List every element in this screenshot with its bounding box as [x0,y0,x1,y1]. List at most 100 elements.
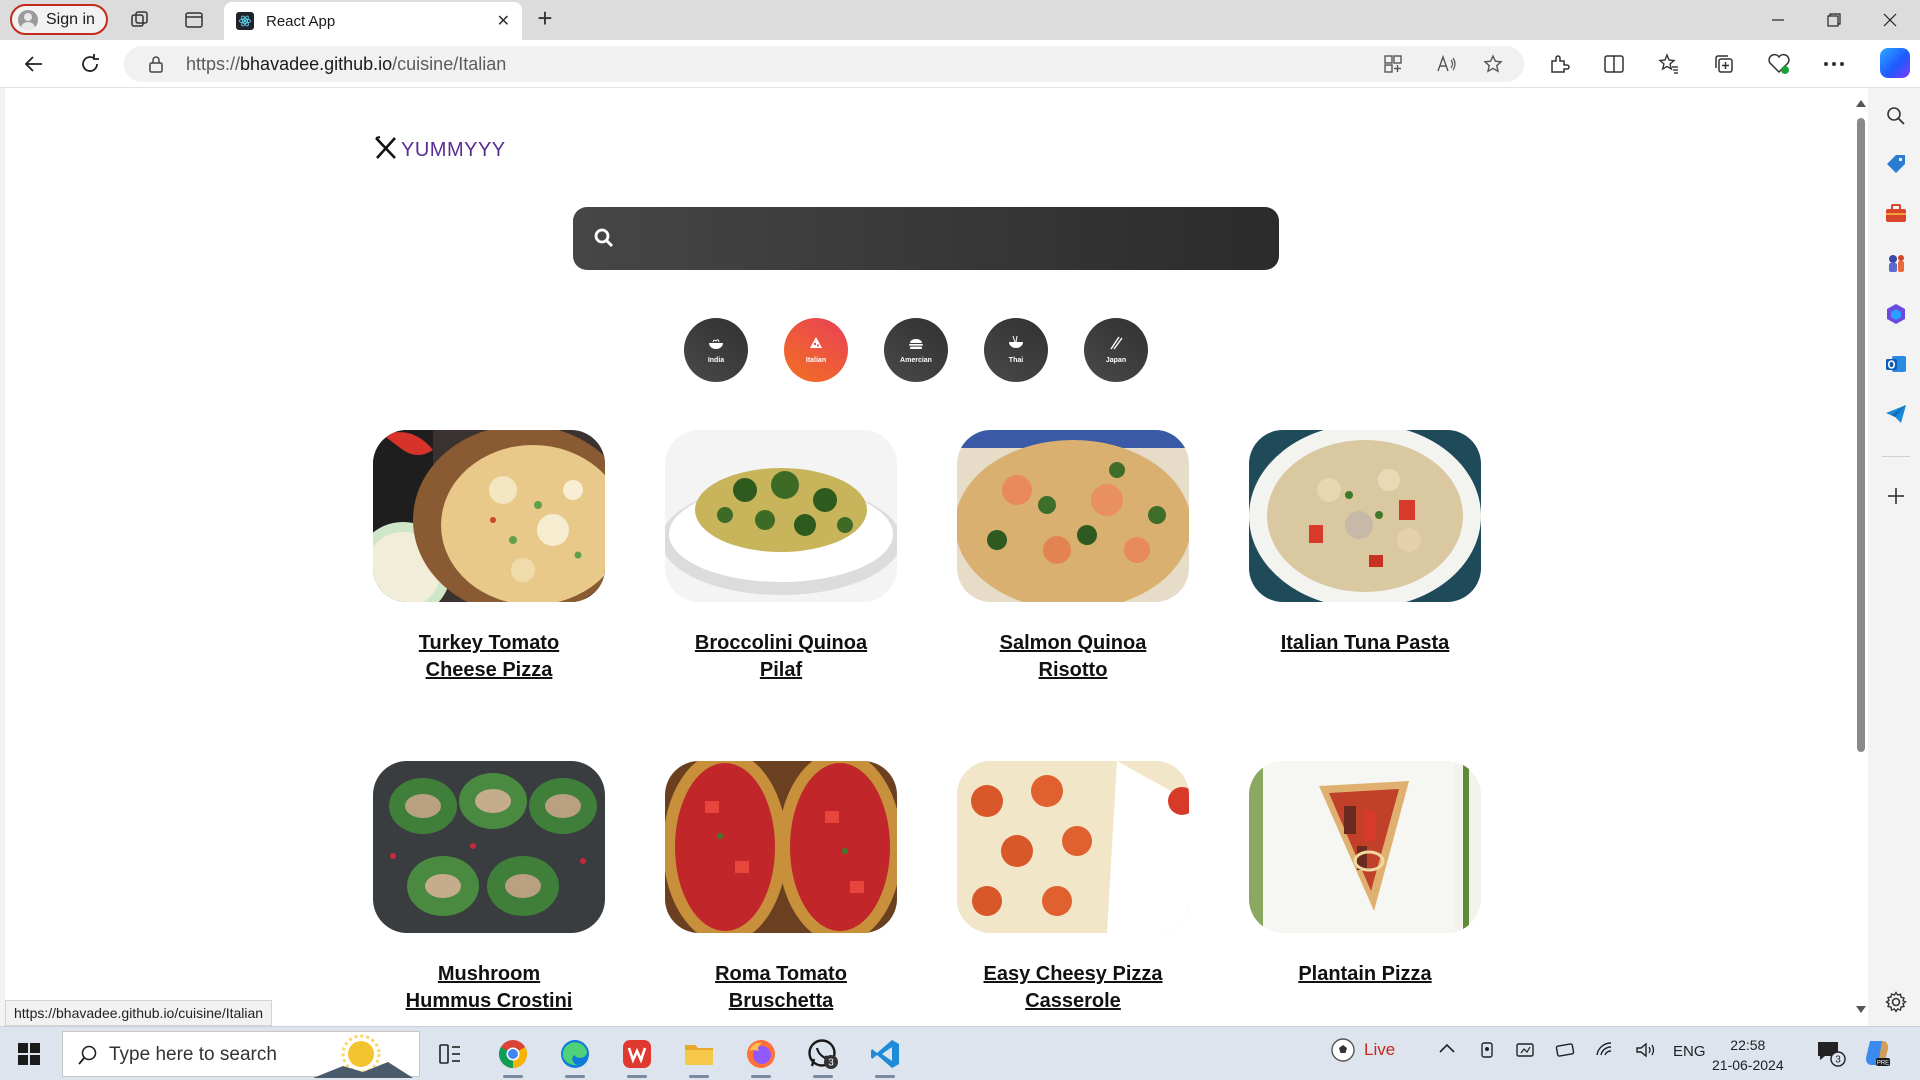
recipe-title-link[interactable]: Turkey Tomato Cheese Pizza [399,630,579,684]
copilot-icon[interactable] [1880,48,1910,78]
scroll-thumb[interactable] [1857,118,1865,752]
extensions-icon[interactable] [1545,50,1573,78]
cuisine-thai-button[interactable]: Thai [984,318,1048,382]
notification-badge: 3 [1835,1055,1841,1066]
chrome-icon[interactable] [495,1036,531,1078]
recipe-card: Easy Cheesy Pizza Casserole [957,761,1189,1015]
search-highlight-sun-icon [313,1032,413,1080]
profile-signin-button[interactable]: Sign in [10,4,108,35]
recipe-title-link[interactable]: Roma Tomato Bruschetta [691,961,871,1015]
page-viewport: YUMMYYY India Italian Amercian Thai Japa… [5,88,1868,1026]
collections-icon[interactable] [1710,50,1738,78]
cuisine-italian-button[interactable]: Italian [784,318,848,382]
recipe-title-link[interactable]: Easy Cheesy Pizza Casserole [983,961,1163,1015]
firefox-icon[interactable] [743,1036,779,1078]
minimize-button[interactable] [1750,0,1806,40]
close-window-button[interactable] [1862,0,1918,40]
shopping-tag-icon[interactable] [1882,150,1910,178]
whatsapp-icon[interactable]: 3 [805,1036,841,1078]
bowl-icon [708,337,724,355]
recipe-card: Mushroom Hummus Crostini [373,761,605,1015]
favorites-icon[interactable] [1655,50,1683,78]
search-icon [593,227,615,254]
profile-avatar-icon [18,9,38,30]
cuisine-japan-button[interactable]: Japan [1084,318,1148,382]
sidebar-settings-icon[interactable] [1882,988,1910,1016]
send-telegram-icon[interactable] [1882,400,1910,428]
recipe-card: Roma Tomato Bruschetta [665,761,897,1015]
lock-icon[interactable] [148,55,164,78]
cuisine-india-button[interactable]: India [684,318,748,382]
cuisine-label: Japan [1105,357,1127,364]
split-screen-icon[interactable] [1600,50,1628,78]
task-view-icon[interactable] [432,1036,468,1072]
wps-office-icon[interactable] [619,1036,655,1078]
tray-chevron-up-icon[interactable] [1438,1041,1456,1059]
notification-center-icon[interactable]: 3 [1816,1039,1846,1071]
search-input[interactable] [631,221,1251,255]
recipe-image-salmon-quinoa-risotto[interactable] [957,430,1189,602]
app-available-icon[interactable] [1382,53,1404,75]
address-bar[interactable]: https://bhavadee.github.io/cuisine/Itali… [124,46,1524,82]
workspaces-icon[interactable] [128,8,152,32]
sidebar-search-icon[interactable] [1882,102,1910,130]
active-tab[interactable]: React App ✕ [224,2,522,40]
restore-button[interactable] [1806,0,1862,40]
react-favicon-icon [236,12,254,30]
browser-essentials-icon[interactable] [1765,50,1793,78]
new-tab-button[interactable]: + [532,5,558,32]
recipe-image-plantain-pizza[interactable] [1249,761,1481,933]
display-settings-icon[interactable] [1515,1041,1535,1065]
page-scrollbar[interactable] [1853,88,1868,1026]
cuisine-label: India [707,356,725,364]
games-chess-icon[interactable] [1882,250,1910,278]
scroll-up-arrow[interactable] [1856,100,1866,107]
site-logo[interactable]: YUMMYYY [373,135,506,166]
tab-close-icon[interactable]: ✕ [497,11,510,31]
recipe-image-italian-tuna-pasta[interactable] [1249,430,1481,602]
url-text[interactable]: https://bhavadee.github.io/cuisine/Itali… [186,54,506,75]
edge-browser-icon[interactable] [557,1036,593,1078]
volume-icon[interactable] [1635,1041,1657,1063]
recipe-title-link[interactable]: Salmon Quinoa Risotto [983,630,1163,684]
recipe-image-mushroom-hummus-crostini[interactable] [373,761,605,933]
wifi-icon[interactable] [1595,1041,1617,1063]
taskbar-clock[interactable]: 22:58 21-06-2024 [1712,1035,1784,1075]
windows-start-icon[interactable] [18,1043,40,1065]
tab-title: React App [266,12,336,30]
refresh-icon[interactable] [76,50,104,78]
recipe-card: Italian Tuna Pasta [1249,430,1481,657]
copilot-preview-icon[interactable]: PRE [1862,1038,1892,1072]
fork-knife-icon [373,135,399,166]
recipe-image-roma-tomato-bruschetta[interactable] [665,761,897,933]
recipe-title-link[interactable]: Mushroom Hummus Crostini [399,961,579,1015]
signin-label: Sign in [46,10,95,28]
recipe-title-link[interactable]: Italian Tuna Pasta [1275,630,1455,657]
tools-briefcase-icon[interactable] [1882,200,1910,228]
taskbar-search-box[interactable]: Type here to search [62,1031,420,1080]
battery-icon[interactable] [1555,1041,1577,1063]
cuisine-american-button[interactable]: Amercian [884,318,948,382]
favorite-star-icon[interactable] [1482,53,1504,75]
vscode-icon[interactable] [867,1036,903,1078]
read-aloud-icon[interactable] [1436,53,1458,75]
vertical-tabs-icon[interactable] [182,8,206,32]
soccer-ball-icon [1331,1038,1355,1062]
language-indicator[interactable]: ENG [1673,1043,1706,1060]
settings-more-icon[interactable] [1820,50,1848,78]
search-bar[interactable] [573,207,1279,270]
back-arrow-icon[interactable] [20,50,48,78]
scroll-down-arrow[interactable] [1856,1006,1866,1013]
add-sidebar-app-icon[interactable] [1882,482,1910,510]
outlook-icon[interactable] [1882,350,1910,378]
whatsapp-badge: 3 [828,1058,834,1069]
recipe-image-easy-cheesy-pizza-casserole[interactable] [957,761,1189,933]
meet-now-icon[interactable] [1478,1041,1498,1065]
recipe-image-turkey-tomato-cheese-pizza[interactable] [373,430,605,602]
file-explorer-icon[interactable] [681,1036,717,1078]
recipe-title-link[interactable]: Plantain Pizza [1275,961,1455,988]
recipe-title-link[interactable]: Broccolini Quinoa Pilaf [691,630,871,684]
weather-live-widget[interactable]: Live [1330,1037,1395,1063]
recipe-image-broccolini-quinoa-pilaf[interactable] [665,430,897,602]
microsoft-365-icon[interactable] [1882,300,1910,328]
